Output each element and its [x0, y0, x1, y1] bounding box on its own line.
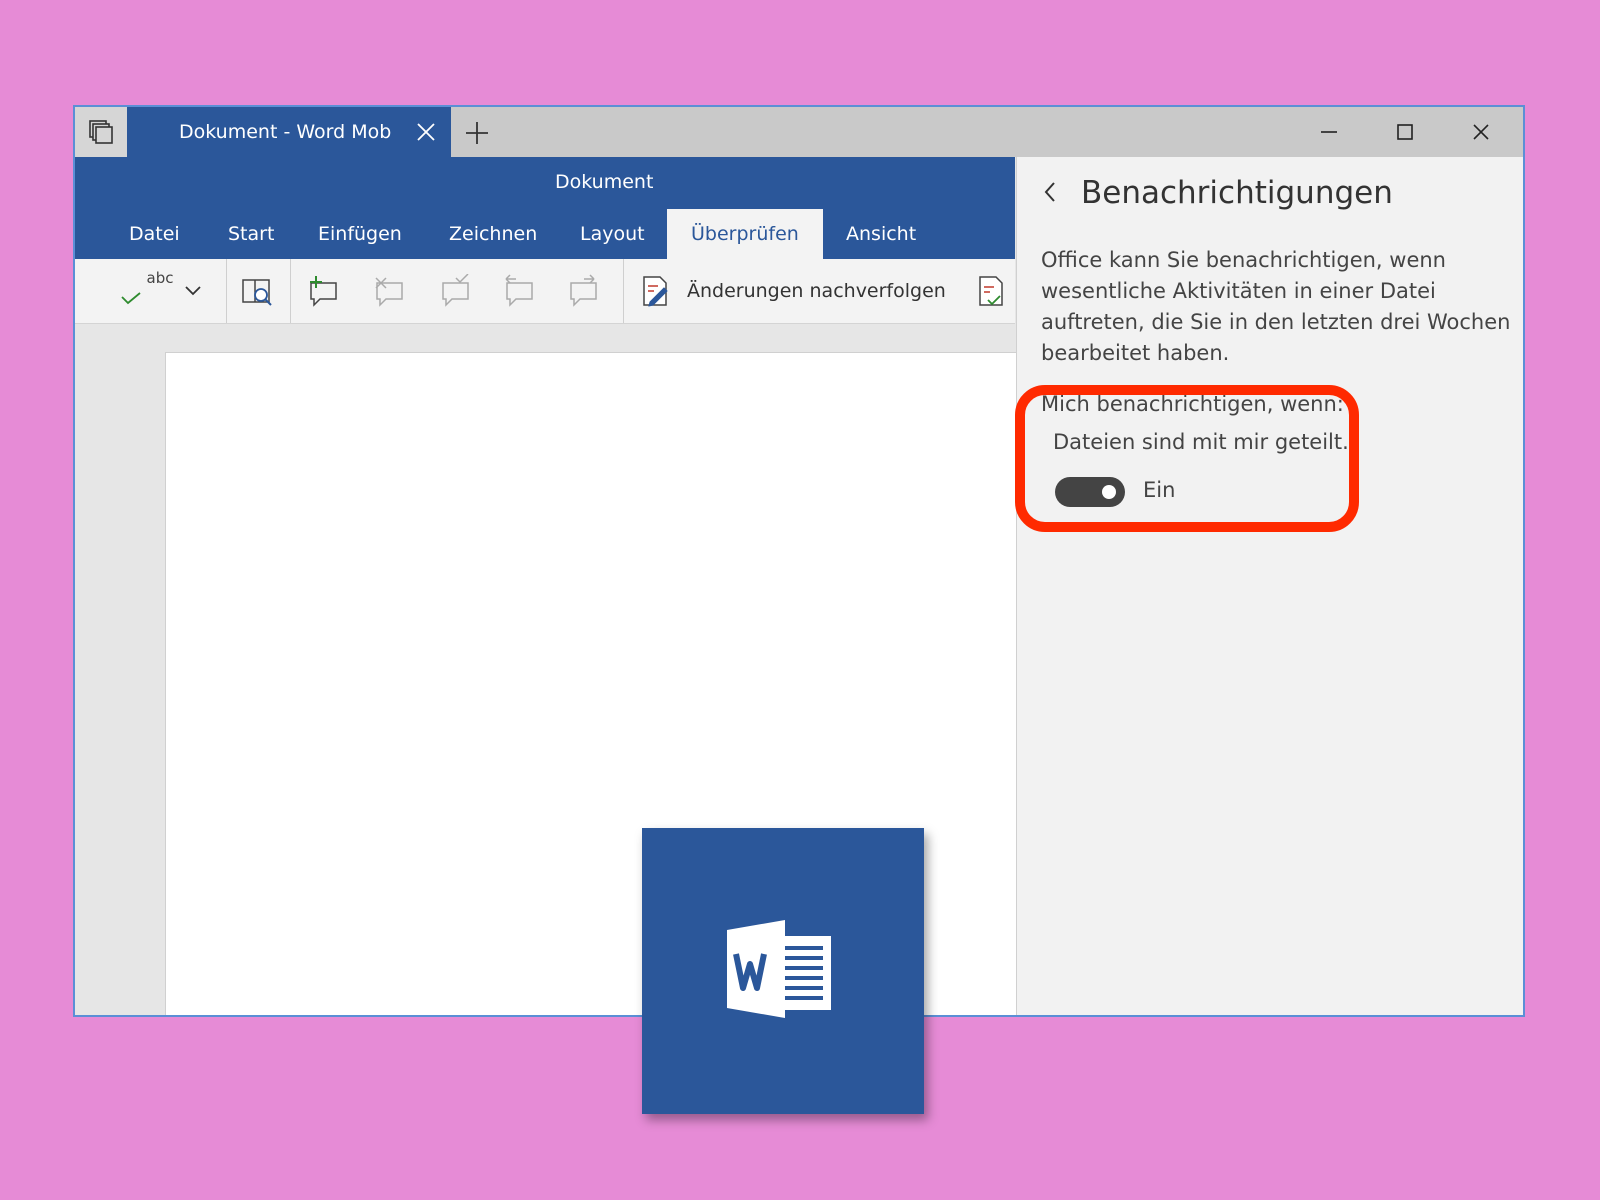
spelling-icon — [121, 292, 141, 305]
ribbon: Dokument Datei Start Einfügen Zeichnen L… — [75, 157, 1015, 259]
smart-lookup-icon — [242, 279, 272, 306]
spelling-dropdown[interactable] — [173, 271, 213, 311]
delete-comment-icon — [375, 277, 403, 307]
notifications-pane: Benachrichtigungen Office kann Sie benac… — [1016, 157, 1523, 1015]
new-comment-icon — [310, 276, 337, 307]
toolbar-separator — [226, 259, 227, 323]
close-icon[interactable] — [415, 121, 437, 143]
spelling-button[interactable]: abc — [105, 259, 173, 323]
maximize-icon — [1397, 124, 1413, 140]
close-window-button[interactable] — [1443, 107, 1519, 157]
minimize-icon — [1321, 131, 1337, 133]
ribbon-tabs: Datei Start Einfügen Zeichnen Layout Übe… — [75, 207, 1015, 259]
markup-button[interactable] — [971, 271, 1011, 311]
pane-title: Benachrichtigungen — [1081, 175, 1393, 211]
toolbar-separator — [623, 259, 624, 323]
window-switcher-button[interactable] — [75, 107, 128, 157]
back-arrow-icon[interactable] — [1041, 179, 1059, 205]
chevron-down-icon — [185, 286, 201, 296]
tab-datei[interactable]: Datei — [129, 209, 180, 259]
tab-ueberpruefen[interactable]: Überprüfen — [667, 209, 823, 259]
tab-title: Dokument - Word Mob — [179, 121, 392, 143]
resolve-comment-icon — [442, 274, 469, 307]
markup-icon — [979, 276, 1003, 306]
window-switcher-icon — [89, 120, 113, 144]
spelling-label: abc — [146, 269, 174, 287]
previous-comment-icon — [505, 274, 533, 307]
previous-comment-button[interactable] — [499, 271, 539, 311]
highlight-frame — [1015, 385, 1359, 532]
close-icon — [1473, 124, 1489, 140]
title-bar: Dokument - Word Mob — [75, 107, 1523, 157]
pane-description: Office kann Sie benachrichtigen, wenn we… — [1041, 248, 1511, 365]
new-comment-button[interactable] — [303, 271, 343, 311]
smart-lookup-button[interactable] — [237, 271, 277, 311]
track-changes-label[interactable]: Änderungen nachverfolgen — [687, 259, 946, 323]
tab-ansicht[interactable]: Ansicht — [846, 209, 916, 259]
track-changes-button[interactable] — [635, 271, 675, 311]
maximize-button[interactable] — [1367, 107, 1443, 157]
document-tab[interactable]: Dokument - Word Mob — [127, 107, 451, 157]
word-logo-tile — [642, 828, 924, 1114]
tab-layout[interactable]: Layout — [580, 209, 645, 259]
minimize-button[interactable] — [1291, 107, 1367, 157]
tab-einfuegen[interactable]: Einfügen — [318, 209, 402, 259]
delete-comment-button[interactable] — [369, 271, 409, 311]
tab-start[interactable]: Start — [228, 209, 274, 259]
resolve-comment-button[interactable] — [435, 271, 475, 311]
track-changes-icon — [643, 276, 668, 307]
next-comment-icon — [570, 274, 597, 307]
tab-zeichnen[interactable]: Zeichnen — [449, 209, 537, 259]
next-comment-button[interactable] — [563, 271, 603, 311]
plus-icon[interactable] — [463, 119, 491, 147]
toolbar-separator — [290, 259, 291, 323]
word-logo-icon — [727, 920, 831, 1018]
document-title: Dokument — [555, 171, 654, 193]
toolbar: abc Änderungen nachverfolgen — [75, 259, 1015, 324]
